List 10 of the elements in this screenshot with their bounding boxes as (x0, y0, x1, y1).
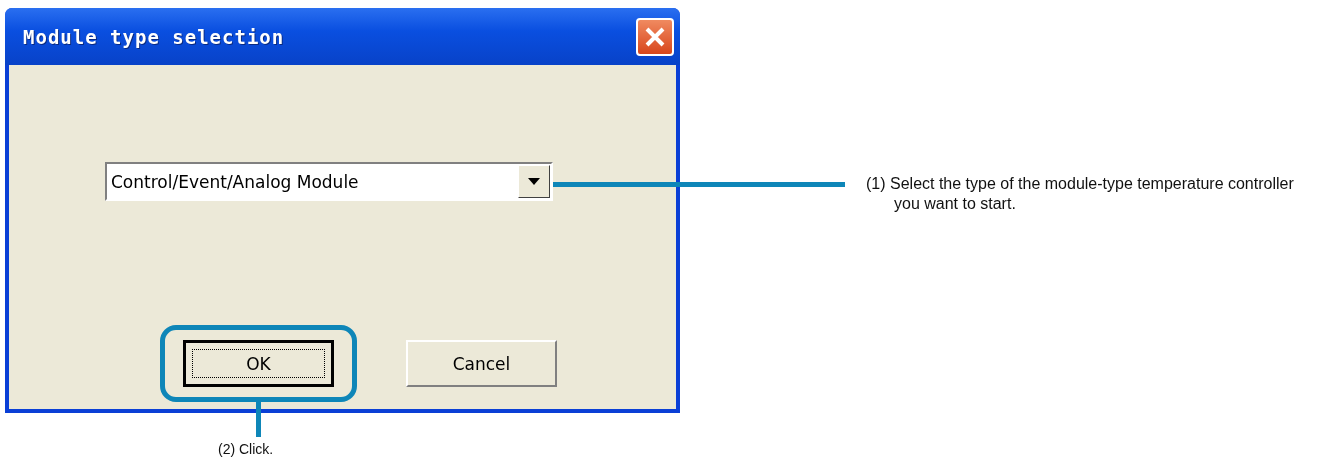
cancel-button[interactable]: Cancel (406, 340, 557, 387)
close-button[interactable] (636, 17, 674, 56)
callout-text: (2) Click. (218, 441, 274, 457)
callout-text: (1) Select the type of the module-type temperature controller you want to start. (866, 174, 1295, 214)
caret-icon (528, 178, 540, 185)
ok-button[interactable]: OK (183, 340, 334, 387)
dropdown-arrow-button[interactable] (518, 165, 550, 198)
window-title: Module type selection (23, 25, 285, 48)
module-type-dropdown[interactable]: Control/Event/Analog Module (105, 162, 553, 201)
close-icon (644, 25, 666, 48)
